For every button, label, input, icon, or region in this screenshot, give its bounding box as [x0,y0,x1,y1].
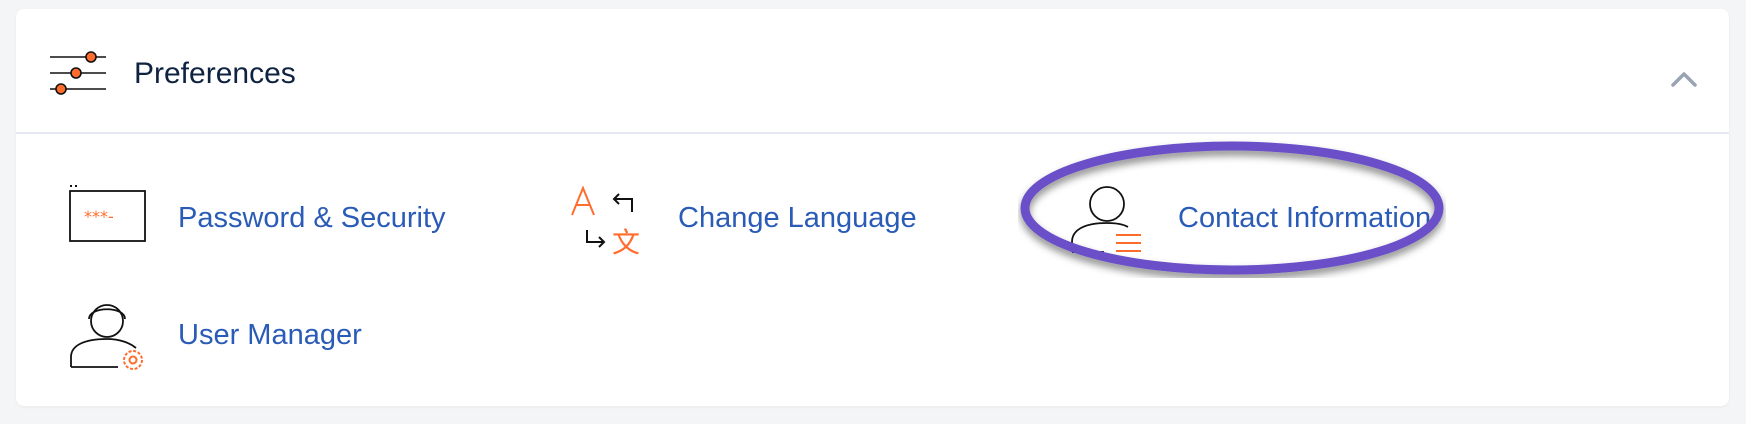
panel-title: Preferences [134,57,296,90]
svg-text:***-: ***- [84,207,114,226]
change-language-link[interactable]: 文 Change Language [570,184,970,256]
user-manager-link[interactable]: User Manager [68,301,388,373]
svg-text:文: 文 [612,226,640,256]
password-field-icon: ***- [69,185,146,242]
sliders-icon [50,51,106,95]
change-language-label: Change Language [678,202,917,234]
password-security-label: Password & Security [178,202,446,234]
contact-information-label: Contact Information [1178,202,1432,234]
password-security-link[interactable]: ***- Password & Security [68,184,508,254]
user-manager-label: User Manager [178,319,362,351]
user-gear-icon [70,304,143,370]
translate-icon: 文 [571,185,640,256]
panel-header[interactable]: Preferences [16,9,1729,134]
chevron-up-icon[interactable] [1664,59,1704,99]
contact-information-link[interactable]: Contact Information [1068,184,1468,254]
preferences-panel: Preferences ***- Password & Security 文 C… [16,9,1729,406]
contact-card-icon [1071,186,1141,253]
